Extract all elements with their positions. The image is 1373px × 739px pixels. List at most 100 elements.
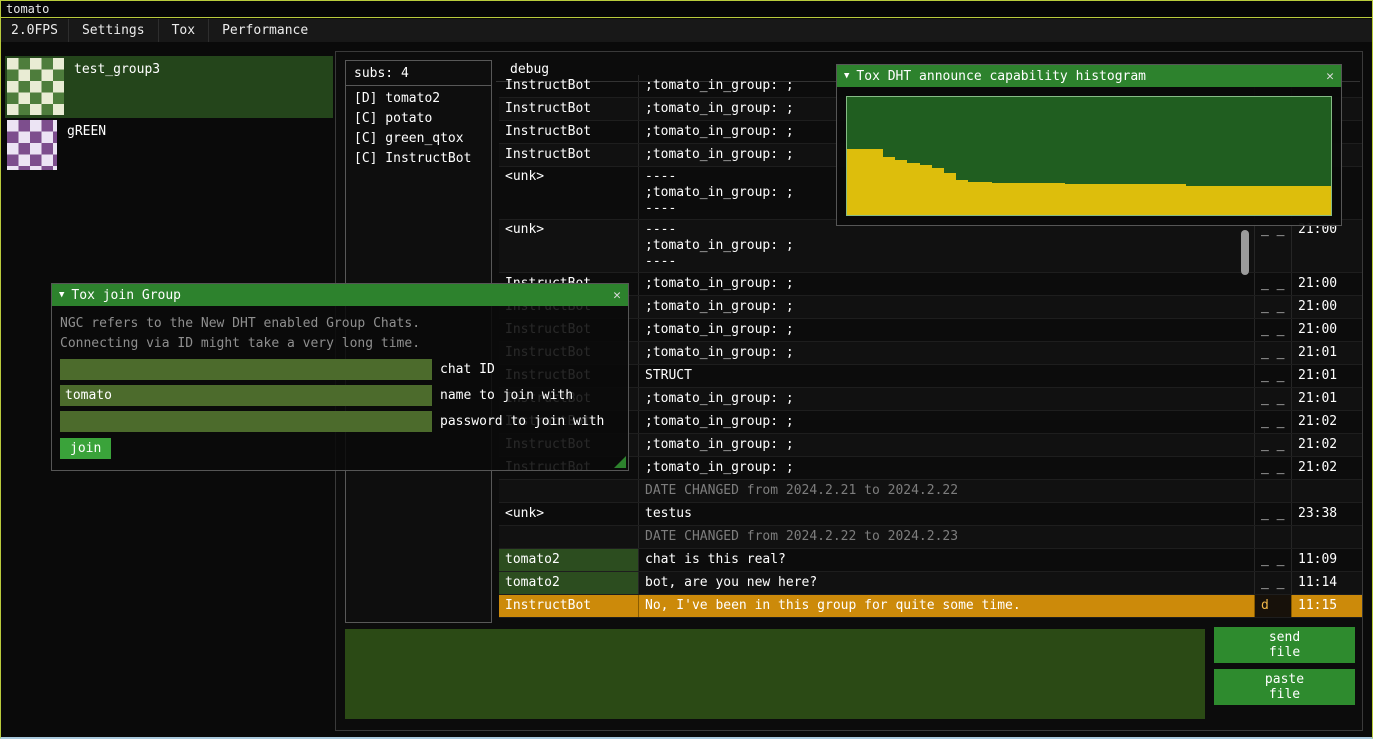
message-status: _ _ [1255, 549, 1292, 571]
group-list: test_group3 gREEN [5, 56, 333, 173]
histogram-bar [1004, 183, 1016, 215]
histogram-bar [992, 183, 1004, 215]
histogram-bar [1210, 186, 1222, 216]
histogram-bar [1125, 184, 1137, 215]
join-input-1[interactable] [60, 359, 432, 380]
join-group-window: ▼ Tox join Group ✕ NGC refers to the New… [51, 283, 629, 471]
subs-header: subs: 4 [346, 61, 491, 85]
date-separator-row[interactable]: DATE CHANGED from 2024.2.22 to 2024.2.23 [499, 526, 1362, 549]
menu-item-tox[interactable]: Tox [159, 21, 208, 40]
close-icon[interactable]: ✕ [613, 288, 621, 303]
message-status: _ _ [1255, 319, 1292, 341]
collapse-arrow-icon[interactable]: ▼ [59, 290, 64, 300]
message-text: No, I've been in this group for quite so… [639, 595, 1255, 617]
message-status: _ _ [1255, 388, 1292, 410]
message-time: 21:01 [1292, 365, 1362, 387]
join-input-2[interactable]: tomato [60, 385, 432, 406]
join-hint-1: NGC refers to the New DHT enabled Group … [60, 314, 620, 334]
message-time: 21:00 [1292, 220, 1362, 272]
message-author: <unk> [499, 167, 639, 219]
message-row[interactable]: InstructBotNo, I've been in this group f… [499, 595, 1362, 618]
message-text: chat is this real? [639, 549, 1255, 571]
send-file-button[interactable]: send file [1214, 627, 1355, 663]
message-time: 23:38 [1292, 503, 1362, 525]
message-time: 21:01 [1292, 342, 1362, 364]
histogram-bar [907, 163, 919, 215]
group-avatar [7, 58, 64, 115]
member-green_qtox[interactable]: [C] green_qtox [346, 129, 491, 149]
message-row[interactable]: <unk>testus_ _23:38 [499, 503, 1362, 526]
message-status: _ _ [1255, 503, 1292, 525]
group-name: test_group3 [64, 58, 160, 77]
member-InstructBot[interactable]: [C] InstructBot [346, 149, 491, 169]
join-hint-2: Connecting via ID might take a very long… [60, 334, 620, 354]
histogram-bar [1161, 184, 1173, 215]
histogram-bar [1174, 184, 1186, 215]
histogram-bar [1113, 184, 1125, 215]
group-item-test_group3[interactable]: test_group3 [5, 56, 333, 118]
histogram-bar [920, 165, 932, 215]
member-tomato2[interactable]: [D] tomato2 [346, 89, 491, 109]
message-author [499, 480, 639, 502]
histogram-bar [1234, 186, 1246, 216]
message-status: _ _ [1255, 273, 1292, 295]
histogram-bar [1149, 184, 1161, 215]
message-author: tomato2 [499, 549, 639, 571]
message-row[interactable]: <unk>---- ;tomato_in_group: ; ----_ _21:… [499, 220, 1362, 273]
message-status: _ _ [1255, 434, 1292, 456]
message-text: testus [639, 503, 1255, 525]
menu-item-performance[interactable]: Performance [209, 21, 321, 40]
histogram-bar [883, 157, 895, 215]
histogram-bar [956, 180, 968, 215]
group-item-gREEN[interactable]: gREEN [5, 118, 333, 173]
histogram-bar [1016, 183, 1028, 215]
message-text: ;tomato_in_group: ; [639, 273, 1255, 295]
histogram-bar [1101, 184, 1113, 215]
member-potato[interactable]: [C] potato [346, 109, 491, 129]
histogram-bar [1137, 184, 1149, 215]
histogram-bar [1053, 183, 1065, 215]
collapse-arrow-icon[interactable]: ▼ [844, 71, 849, 81]
join-group-body: NGC refers to the New DHT enabled Group … [52, 306, 628, 470]
app-window: tomato 2.0FPS Settings Tox Performance t… [0, 0, 1373, 739]
message-row[interactable]: tomato2bot, are you new here?_ _11:14 [499, 572, 1362, 595]
subs-list: [D] tomato2[C] potato[C] green_qtox[C] I… [346, 86, 491, 169]
histogram-bar [1041, 183, 1053, 215]
join-group-titlebar[interactable]: ▼ Tox join Group ✕ [52, 284, 628, 306]
message-author: <unk> [499, 503, 639, 525]
histogram-bar [1077, 184, 1089, 215]
message-status: _ _ [1255, 296, 1292, 318]
message-author: InstructBot [499, 98, 639, 120]
group-avatar [7, 120, 57, 170]
join-field-label: name to join with [440, 388, 573, 403]
message-text: ;tomato_in_group: ; [639, 434, 1255, 456]
message-time: 21:00 [1292, 273, 1362, 295]
message-status: _ _ [1255, 572, 1292, 594]
message-text: bot, are you new here? [639, 572, 1255, 594]
histogram-bar [1319, 186, 1331, 216]
message-row[interactable]: tomato2chat is this real?_ _11:09 [499, 549, 1362, 572]
dht-histogram-titlebar[interactable]: ▼ Tox DHT announce capability histogram … [837, 65, 1341, 87]
menu-item-settings[interactable]: Settings [69, 21, 158, 40]
message-text: ;tomato_in_group: ; [639, 296, 1255, 318]
message-author [499, 526, 639, 548]
close-icon[interactable]: ✕ [1326, 69, 1334, 84]
message-time [1292, 526, 1362, 548]
dht-histogram-window: ▼ Tox DHT announce capability histogram … [836, 64, 1342, 226]
paste-file-button[interactable]: paste file [1214, 669, 1355, 705]
message-status: d [1255, 595, 1292, 617]
join-input-3[interactable] [60, 411, 432, 432]
join-button[interactable]: join [60, 438, 111, 459]
date-separator-row[interactable]: DATE CHANGED from 2024.2.21 to 2024.2.22 [499, 480, 1362, 503]
message-time: 21:02 [1292, 434, 1362, 456]
join-field-row: tomato name to join with [60, 385, 620, 406]
chat-scrollbar[interactable] [1241, 230, 1249, 275]
window-title: tomato [6, 2, 49, 16]
dht-histogram-title: Tox DHT announce capability histogram [856, 69, 1146, 84]
menu-bar: 2.0FPS Settings Tox Performance [1, 19, 1372, 42]
histogram-bar [1222, 186, 1234, 216]
join-field-row: password to join with [60, 411, 620, 432]
resize-grip-icon[interactable] [614, 456, 626, 468]
histogram-bar [968, 182, 980, 215]
message-input[interactable] [345, 629, 1205, 719]
